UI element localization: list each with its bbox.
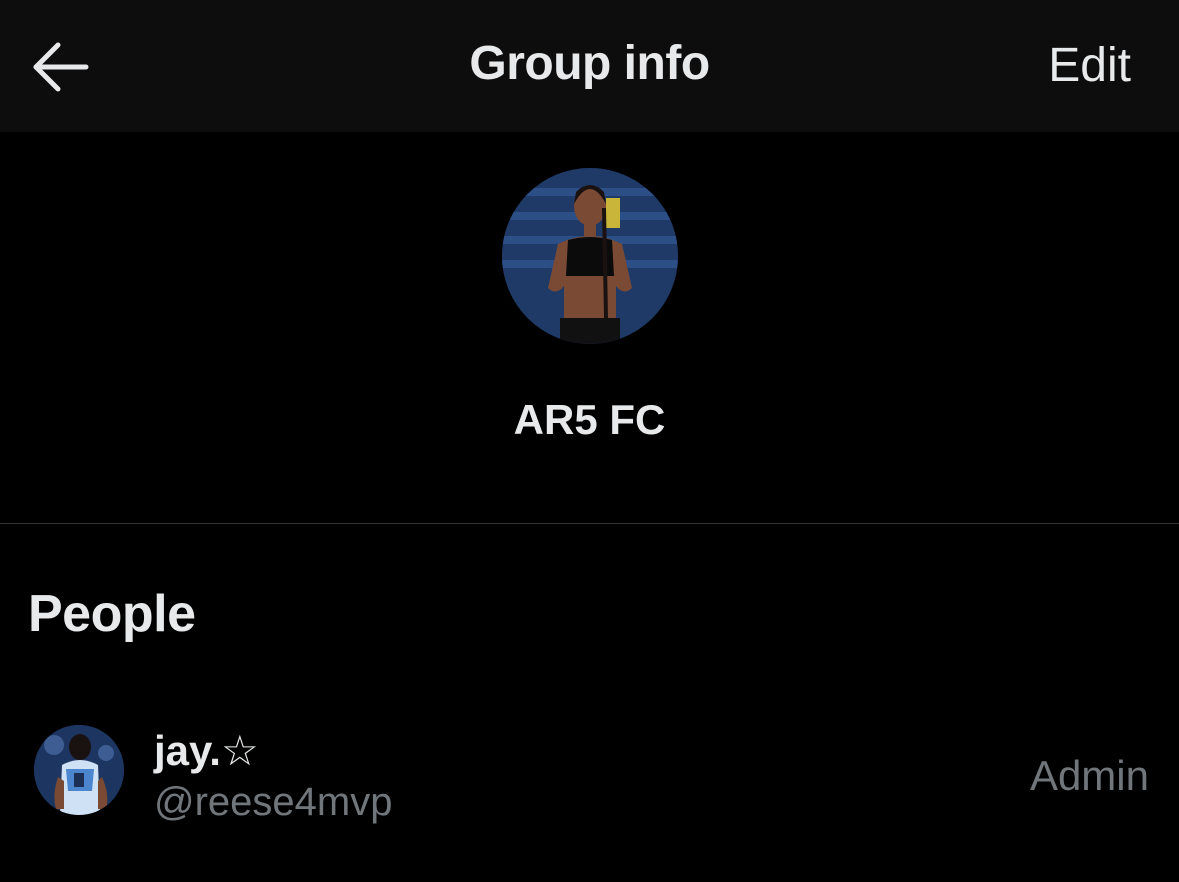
group-name: AR5 FC xyxy=(513,396,666,443)
member-photo xyxy=(34,725,124,815)
group-avatar[interactable] xyxy=(502,168,678,344)
member-row[interactable]: jay.☆ @reese4mvp Admin xyxy=(0,716,1179,836)
page-title: Group info xyxy=(469,37,710,90)
member-role-badge: Admin xyxy=(1029,752,1149,799)
top-bar: Group info Edit xyxy=(0,0,1179,132)
people-section-title: People xyxy=(28,585,196,643)
edit-button[interactable]: Edit xyxy=(1048,38,1131,93)
avatar xyxy=(34,725,124,815)
member-handle: @reese4mvp xyxy=(154,780,393,824)
group-photo xyxy=(502,168,678,344)
member-display-name: jay.☆ xyxy=(154,727,259,774)
divider xyxy=(0,523,1179,524)
